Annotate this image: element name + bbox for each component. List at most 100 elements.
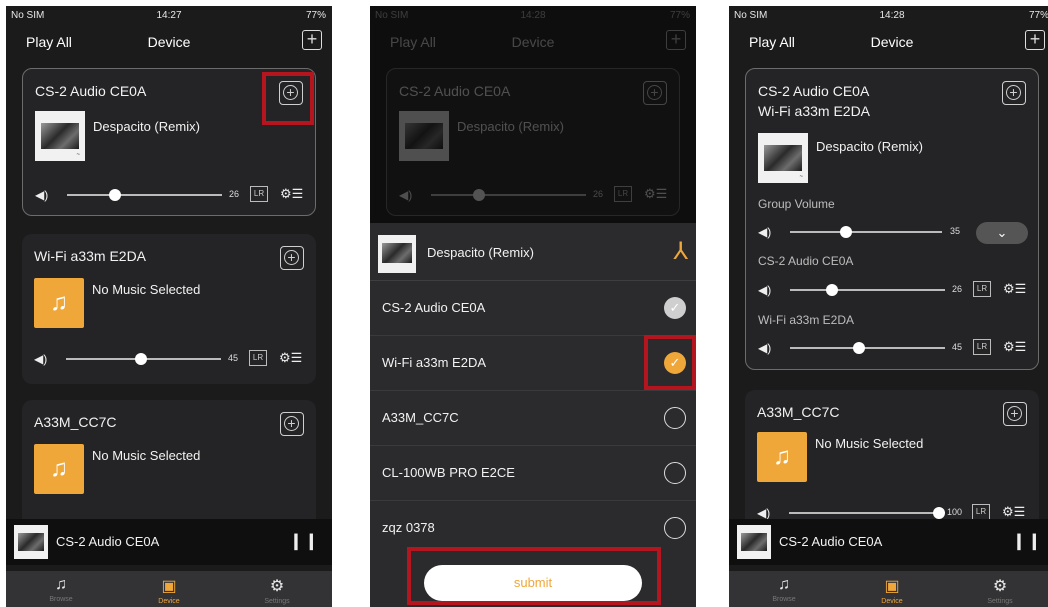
music-note-icon: ♫ (34, 278, 84, 328)
volume-knob[interactable] (853, 342, 865, 354)
no-music-label: No Music Selected (92, 282, 201, 297)
device-name: A33M_CC7C (34, 414, 117, 430)
volume-knob[interactable] (109, 189, 121, 201)
tab-bar: ♫ Browse ▣ Device ⚙ Settings (729, 571, 1048, 607)
sub-device-label: CS-2 Audio CE0A (758, 254, 854, 268)
song-title: Despacito (Remix) (427, 245, 534, 260)
clock-label: 14:27 (156, 10, 182, 21)
dim-overlay[interactable] (370, 6, 696, 223)
tab-settings[interactable]: ⚙ Settings (247, 571, 307, 605)
speaker-icon[interactable]: ◀) (757, 506, 770, 520)
volume-slider[interactable] (67, 194, 222, 196)
group-card[interactable]: CS-2 Audio CE0A Wi-Fi a33m E2DA + ~ Desp… (745, 68, 1039, 370)
nav-bar: Play All Device + (729, 26, 1048, 62)
speaker-icon[interactable]: ◀) (758, 283, 771, 297)
speaker-icon[interactable]: ◀) (35, 188, 48, 202)
status-bar: No SIM 14:27 77% (6, 6, 332, 26)
group-volume-label: Group Volume (758, 197, 835, 211)
device-icon: ▣ (161, 578, 177, 595)
no-music-label: No Music Selected (92, 448, 201, 463)
checkmark-icon[interactable]: ✓ (664, 297, 686, 319)
list-item[interactable]: A33M_CC7C (370, 391, 696, 446)
tab-label: Settings (987, 598, 1013, 605)
equalizer-icon[interactable]: ⚙☰ (279, 350, 302, 366)
sub-device-label: Wi-Fi a33m E2DA (758, 313, 855, 327)
lr-channel-button[interactable]: LR (973, 281, 991, 297)
settings-icon: ⚙ (269, 578, 285, 595)
highlight-box (644, 335, 696, 390)
device-card-wifi[interactable]: Wi-Fi a33m E2DA + ♫ No Music Selected ◀)… (22, 234, 316, 384)
device-name: Wi-Fi a33m E2DA (382, 355, 487, 370)
speaker-icon[interactable]: ◀) (34, 352, 47, 366)
device-card-a33m[interactable]: A33M_CC7C + ♫ No Music Selected ◀) 100 L… (745, 390, 1039, 530)
tab-device[interactable]: ▣ Device (862, 571, 922, 605)
group-add-icon[interactable]: + (280, 246, 304, 270)
volume-value: 26 (229, 189, 240, 199)
volume-knob[interactable] (135, 353, 147, 365)
volume-slider[interactable] (790, 289, 945, 291)
album-art (14, 525, 48, 559)
device-screen-grouped: No SIM 14:28 77% Play All Device + CS-2 … (729, 6, 1048, 607)
tab-device[interactable]: ▣ Device (139, 571, 199, 605)
radio-empty-icon[interactable] (664, 517, 686, 539)
tab-label: Device (158, 598, 180, 605)
volume-slider[interactable] (789, 512, 939, 514)
group-add-icon[interactable]: + (280, 412, 304, 436)
page-title: Device (147, 34, 191, 50)
list-item[interactable]: CL-100WB PRO E2CE (370, 446, 696, 501)
add-device-icon[interactable]: + (302, 30, 322, 50)
device-icon: ▣ (884, 578, 900, 595)
volume-knob[interactable] (933, 507, 945, 519)
settings-icon: ⚙ (992, 578, 1008, 595)
song-title: Despacito (Remix) (93, 119, 200, 134)
equalizer-icon[interactable]: ⚙☰ (1002, 504, 1025, 520)
volume-slider[interactable] (790, 231, 942, 233)
lr-channel-button[interactable]: LR (249, 350, 267, 366)
nav-bar: Play All Device + (6, 26, 332, 62)
lr-channel-button[interactable]: LR (250, 186, 268, 202)
sheet-header: Despacito (Remix) ⅄ (370, 223, 696, 281)
radio-empty-icon[interactable] (664, 407, 686, 429)
radio-empty-icon[interactable] (664, 462, 686, 484)
device-name: A33M_CC7C (757, 404, 840, 420)
album-art: ~ (758, 133, 808, 183)
page-title: Device (870, 34, 914, 50)
now-playing-device: CS-2 Audio CE0A (779, 534, 883, 549)
volume-row: ◀) 26 LR ⚙☰ (35, 186, 303, 204)
group-add-icon[interactable]: + (1002, 81, 1026, 105)
album-art (378, 235, 416, 273)
equalizer-icon[interactable]: ⚙☰ (1003, 339, 1026, 355)
highlight-box (407, 547, 661, 605)
lr-channel-button[interactable]: LR (972, 504, 990, 520)
now-playing-bar[interactable]: CS-2 Audio CE0A ❙❙ (729, 519, 1048, 565)
pause-icon[interactable]: ❙❙ (1012, 531, 1043, 551)
tab-settings[interactable]: ⚙ Settings (970, 571, 1030, 605)
device-name: A33M_CC7C (382, 410, 459, 425)
volume-value: 100 (947, 507, 963, 517)
chevron-down-icon[interactable]: ⌄ (976, 222, 1028, 244)
lr-channel-button[interactable]: LR (973, 339, 991, 355)
volume-value: 45 (228, 353, 239, 363)
speaker-icon[interactable]: ◀) (758, 225, 771, 239)
speaker-icon[interactable]: ◀) (758, 341, 771, 355)
group-add-icon[interactable]: + (1003, 402, 1027, 426)
pause-icon[interactable]: ❙❙ (289, 531, 320, 551)
add-device-icon[interactable]: + (1025, 30, 1045, 50)
tab-browse[interactable]: ♫ Browse (754, 571, 814, 603)
tab-browse[interactable]: ♫ Browse (31, 571, 91, 603)
device-screen-group-sheet: No SIM 14:28 77% Play All Device + CS-2 … (370, 6, 696, 607)
volume-row: ◀) 45 LR ⚙☰ (34, 350, 304, 368)
now-playing-bar[interactable]: CS-2 Audio CE0A ❙❙ (6, 519, 332, 565)
highlight-box (262, 72, 314, 125)
device-card-a33m[interactable]: A33M_CC7C + ♫ No Music Selected (22, 400, 316, 530)
group-link-icon[interactable]: ⅄ (673, 237, 688, 266)
album-art: ~ (35, 111, 85, 161)
equalizer-icon[interactable]: ⚙☰ (1003, 281, 1026, 297)
volume-slider[interactable] (790, 347, 945, 349)
equalizer-icon[interactable]: ⚙☰ (280, 186, 303, 202)
volume-knob[interactable] (840, 226, 852, 238)
device-screen-ungrouped: No SIM 14:27 77% Play All Device + CS-2 … (6, 6, 332, 607)
list-item[interactable]: CS-2 Audio CE0A ✓ (370, 281, 696, 336)
status-bar: No SIM 14:28 77% (729, 6, 1048, 26)
volume-knob[interactable] (826, 284, 838, 296)
